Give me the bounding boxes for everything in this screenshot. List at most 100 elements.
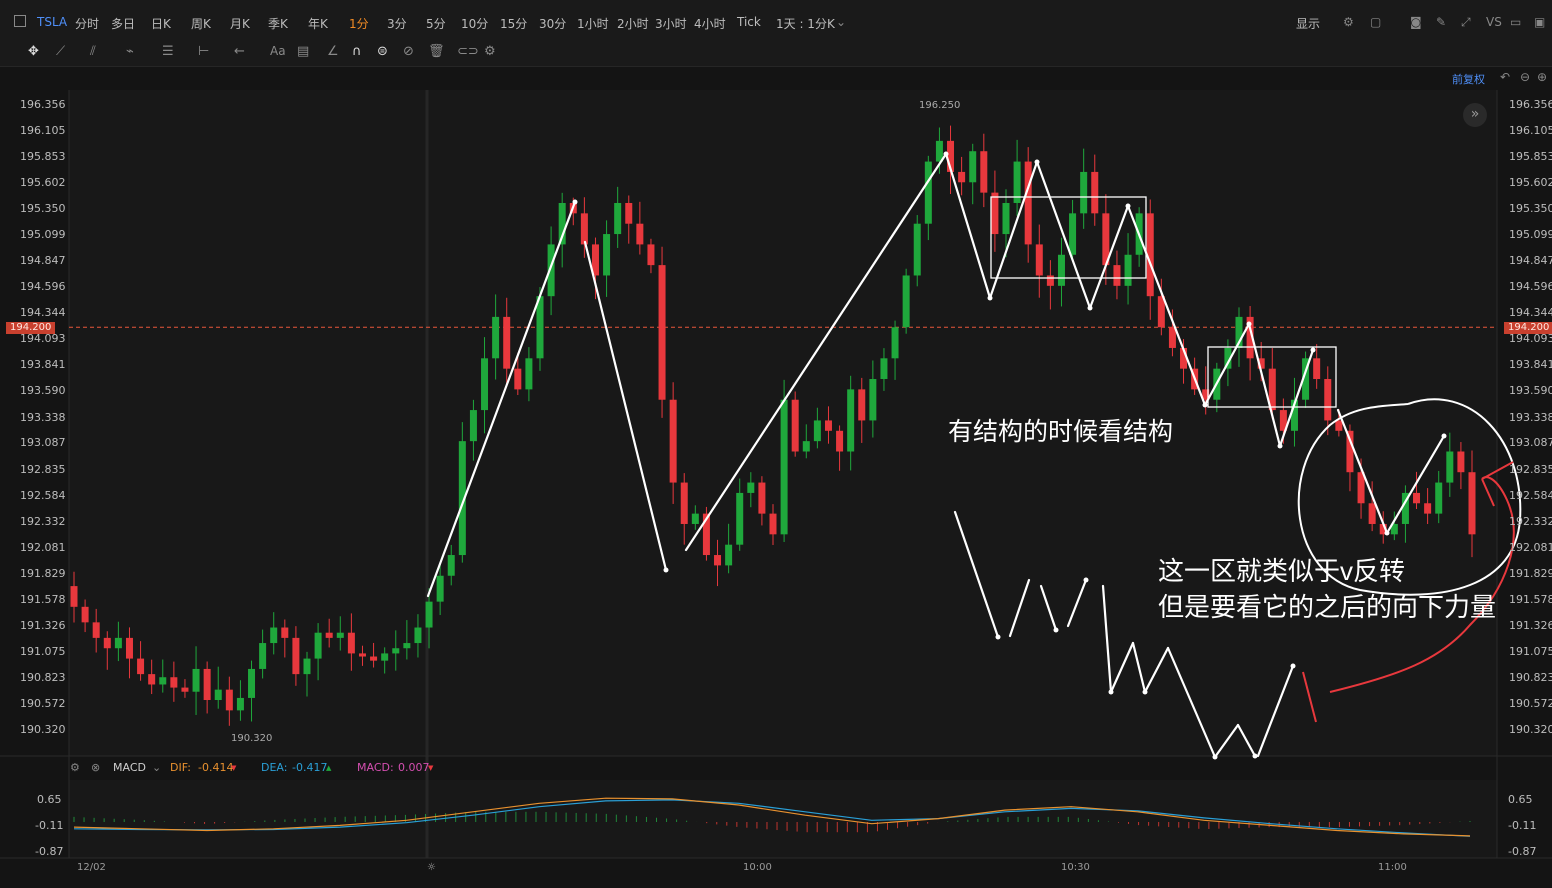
price-tick: 194.344 (20, 306, 66, 320)
candle-body (924, 161, 932, 224)
price-tick: 193.338 (1509, 410, 1552, 424)
candle-body (836, 430, 844, 452)
candle-body (525, 358, 533, 390)
candle-body (913, 223, 921, 276)
candle-body (1069, 213, 1077, 255)
price-tick: 191.578 (1509, 592, 1552, 606)
close-icon[interactable]: ⊗ (91, 761, 100, 774)
down-arrow-icon: ▼ (231, 764, 237, 772)
macd-label: MACD: (357, 761, 394, 774)
price-tick: 192.081 (1509, 540, 1552, 554)
candle-body (425, 601, 433, 628)
candle-body (647, 244, 655, 266)
arrow-head (663, 567, 669, 573)
candle-body (669, 399, 677, 483)
price-tick: 193.087 (1509, 436, 1552, 450)
price-tick: 196.105 (1509, 123, 1552, 137)
time-tick: 10:30 (1061, 862, 1090, 873)
candle-body (225, 689, 233, 711)
candle-body (170, 677, 178, 688)
candle-body (1124, 254, 1132, 286)
candle-body (858, 389, 866, 421)
candle-body (1424, 503, 1432, 514)
candle-body (813, 420, 821, 442)
candle-body (1046, 275, 1054, 286)
candle-body (1035, 244, 1043, 276)
price-tick: 194.847 (20, 254, 66, 268)
arrow-head (1252, 753, 1258, 759)
arrow-head (1053, 627, 1059, 633)
candle-body (137, 658, 145, 675)
candle-body (259, 643, 267, 669)
price-tick: 192.584 (20, 488, 66, 502)
candle-body (1457, 451, 1465, 473)
candle-body (791, 399, 799, 452)
price-tick: 192.584 (1509, 488, 1552, 502)
candle-body (314, 632, 322, 659)
price-tick: 192.332 (1509, 514, 1552, 528)
candle-body (758, 482, 766, 514)
candle-body (991, 192, 999, 235)
candle-body (1080, 171, 1088, 214)
arrow-head (1212, 754, 1218, 760)
indicator-name[interactable]: MACD (113, 761, 146, 774)
candle-body (1313, 358, 1321, 380)
macd-tick: 0.65 (1508, 793, 1533, 806)
time-tick: 10:00 (743, 862, 772, 873)
candle-body (114, 637, 122, 649)
candle-body (1346, 430, 1354, 473)
candle-body (1024, 161, 1032, 245)
candle-body (636, 223, 644, 245)
candle-body (214, 689, 222, 701)
price-tick: 194.847 (1509, 254, 1552, 268)
dif-label: DIF: (170, 761, 191, 774)
price-tick: 195.350 (20, 202, 66, 216)
price-tick: 196.105 (20, 123, 66, 137)
price-tick: 193.590 (1509, 384, 1552, 398)
dea-label: DEA: (261, 761, 288, 774)
indicator-settings-icon[interactable]: ⚙ (70, 761, 80, 774)
candle-body (414, 627, 422, 644)
price-tick: 196.356 (20, 98, 66, 111)
macd-value: 0.007 (398, 761, 430, 774)
candle-body (714, 555, 722, 566)
candle-body (1002, 202, 1010, 235)
candle-body (325, 632, 333, 638)
price-tick: 191.578 (20, 592, 66, 606)
candle-body (847, 389, 855, 452)
candle-body (281, 627, 289, 638)
price-tick: 193.087 (20, 436, 66, 450)
candle-body (1446, 451, 1454, 483)
expand-icon[interactable]: » (1463, 103, 1487, 127)
candle-body (580, 213, 588, 245)
macd-tick: 0.65 (37, 793, 62, 806)
candle-body (1468, 472, 1476, 535)
up-arrow-icon: ▲ (326, 764, 332, 772)
arrow-head (1142, 689, 1148, 695)
price-tick: 194.093 (1509, 332, 1552, 346)
structure-annotation: 有结构的时候看结构 (948, 418, 1174, 446)
price-tick: 192.081 (20, 540, 66, 554)
candle-body (392, 648, 400, 654)
candle-body (514, 368, 522, 390)
price-tick: 192.835 (1509, 462, 1552, 476)
chevron-down-icon[interactable]: ⌄ (152, 761, 161, 774)
price-tick: 193.841 (20, 358, 66, 372)
candle-body (336, 632, 344, 638)
candle-body (780, 399, 788, 535)
high-price-label: 196.250 (919, 100, 961, 111)
price-tick: 190.823 (1509, 670, 1552, 684)
candle-body (880, 358, 888, 380)
price-tick: 195.602 (20, 176, 66, 190)
candle-body (492, 316, 500, 359)
candle-body (192, 668, 200, 692)
candle-body (92, 622, 100, 638)
candle-body (658, 265, 666, 400)
price-tick: 193.841 (1509, 358, 1552, 372)
candle-body (303, 658, 311, 675)
candle-body (980, 151, 988, 193)
macd-area (69, 780, 1497, 858)
price-tick: 191.326 (20, 618, 66, 632)
candlestick-chart[interactable] (0, 0, 1552, 888)
candle-body (403, 643, 411, 649)
